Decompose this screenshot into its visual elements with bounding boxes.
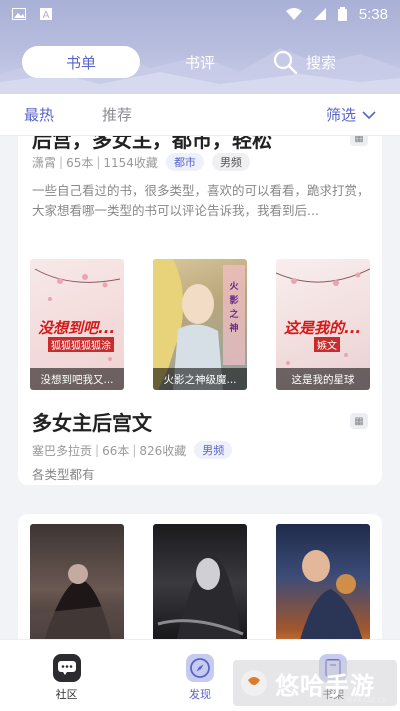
book-cover[interactable] [276, 524, 370, 639]
booklist-card[interactable] [18, 514, 382, 639]
book-covers: 没想到吧... 狐狐狐狐狐涂 没想到吧我又... 火 影 之 神 火影之神级魔.… [30, 259, 370, 390]
book-caption: 没想到吧我又... [30, 368, 124, 390]
booklist-meta: 塞巴多拉贡 | 66本 | 826收藏 男频 [32, 441, 233, 459]
battery-icon [337, 7, 347, 21]
chevron-down-icon [362, 110, 376, 119]
search-icon [273, 50, 298, 75]
booklist-feed[interactable]: 后宫，多女主，都市，轻松 ▦ 潇霄 | 65本 | 1154收藏 都市 男频 一些自… [0, 136, 400, 639]
watermark-url: wxxxzz.cn [345, 695, 387, 704]
svg-text:影: 影 [229, 295, 238, 306]
tag-male: 男频 [211, 153, 250, 171]
booklist-favorites: 826收藏 [139, 443, 187, 458]
nav-community[interactable]: 社区 [27, 654, 107, 702]
filter-button[interactable]: 筛选 [326, 104, 376, 125]
book-cover[interactable]: 这是我的... 嫉文 这是我的星球 [276, 259, 370, 390]
book-cover[interactable]: 火 影 之 神 火影之神级魔... [153, 259, 247, 390]
book-cover[interactable]: 没想到吧... 狐狐狐狐狐涂 没想到吧我又... [30, 259, 124, 390]
booklist-badge-icon: ▦ [350, 136, 368, 146]
wifi-icon [285, 8, 302, 20]
booklist-meta: 潇霄 | 65本 | 1154收藏 都市 男频 [32, 153, 250, 171]
booklist-favorites: 1154收藏 [103, 155, 158, 170]
status-bar: A 5:38 [0, 0, 400, 28]
search-button[interactable]: 搜索 [272, 49, 336, 75]
chat-icon [52, 654, 81, 682]
nav-discover[interactable]: 发现 [160, 654, 240, 702]
booklist-author: 塞巴多拉贡 [32, 443, 93, 458]
compass-icon [185, 654, 214, 682]
booklist-author: 潇霄 [32, 155, 57, 170]
svg-text:之: 之 [229, 308, 238, 320]
watermark-logo [241, 670, 267, 696]
cover-author-text: 狐狐狐狐狐涂 [48, 337, 114, 352]
dark-cover-art [30, 564, 124, 639]
action-cover-art [300, 550, 363, 639]
signal-icon [313, 8, 326, 20]
cover-author-text: 嫉文 [314, 337, 340, 352]
booklist-count: 65本 [66, 155, 94, 170]
tab-booklist[interactable]: 书单 [22, 46, 140, 78]
booklist-count: 66本 [102, 443, 130, 458]
book-cover[interactable] [153, 524, 247, 639]
book-covers [30, 524, 370, 639]
status-time: 5:38 [358, 5, 388, 23]
booklist-description: 一些自己看过的书，很多类型，喜欢的可以看看，跪求打赏，大家想看哪一类型的书可以评… [32, 183, 370, 218]
tag-male: 男频 [194, 441, 233, 459]
watermark: 悠哈手游 wxxxzz.cn [233, 660, 397, 706]
image-notification-icon [12, 8, 26, 20]
booklist-description: 各类型都有 [32, 467, 95, 482]
booklist-card[interactable]: 没想到吧... 狐狐狐狐狐涂 没想到吧我又... 火 影 之 神 火影之神级魔.… [18, 249, 382, 485]
svg-text:神: 神 [229, 322, 238, 334]
cover-title-text: 没想到吧... [38, 319, 116, 337]
book-cover[interactable] [30, 524, 124, 639]
cover-title-text: 这是我的... [284, 319, 362, 337]
font-notification-icon: A [40, 8, 52, 20]
filter-tab-recommended[interactable]: 推荐 [102, 104, 132, 125]
tag-city: 都市 [165, 153, 204, 171]
nav-community-label: 社区 [55, 688, 78, 701]
book-caption: 这是我的星球 [276, 368, 370, 390]
booklist-title: 多女主后宫文 [32, 411, 152, 435]
filter-tab-hottest[interactable]: 最热 [24, 104, 54, 125]
nav-discover-label: 发现 [188, 688, 211, 701]
booklist-badge-icon: ▦ [350, 413, 368, 429]
search-label: 搜索 [306, 53, 337, 72]
filter-bar: 最热 推荐 筛选 [0, 94, 400, 136]
dark-cover-art [157, 554, 244, 639]
book-caption: 火影之神级魔... [153, 368, 247, 390]
tab-book-review[interactable]: 书评 [140, 46, 260, 78]
booklist-title: 后宫，多女主，都市，轻松 [32, 136, 272, 152]
svg-text:火: 火 [229, 281, 239, 292]
svg-text:A: A [43, 10, 50, 20]
top-tab-bar: 书单 书评 搜索 [22, 46, 382, 78]
filter-label: 筛选 [325, 106, 356, 124]
